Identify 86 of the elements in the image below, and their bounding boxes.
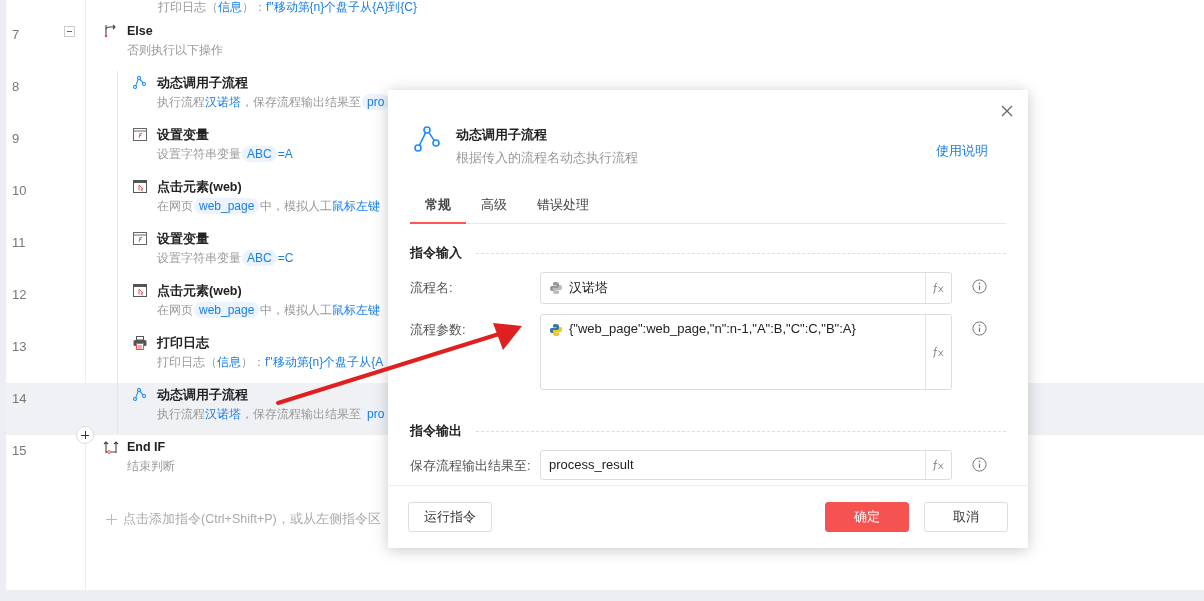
line-number: 8	[12, 79, 20, 94]
description-text: 执行流程	[157, 405, 205, 423]
info-icon[interactable]	[972, 321, 987, 336]
value-link[interactable]: 鼠标左键	[332, 301, 381, 319]
end-branch-icon	[103, 440, 119, 454]
section-title: 指令输入	[410, 244, 462, 262]
info-icon[interactable]	[972, 279, 987, 294]
input-field[interactable]: 汉诺塔	[540, 272, 952, 304]
description-text: 在网页	[157, 301, 193, 319]
description-text: 打印日志（	[158, 0, 218, 14]
command-title[interactable]: 设置变量	[157, 126, 209, 144]
help-link[interactable]: 使用说明	[936, 142, 988, 160]
info-icon[interactable]	[972, 457, 987, 472]
confirm-button[interactable]: 确定	[825, 502, 909, 532]
printer-icon	[133, 336, 147, 350]
line-number: 15	[12, 443, 27, 458]
add-icon	[106, 514, 117, 525]
value-link[interactable]: =A	[277, 147, 293, 161]
line-number: 12	[12, 287, 27, 302]
collapse-toggle[interactable]	[64, 26, 75, 37]
tab[interactable]: 高级	[466, 190, 522, 224]
value-link[interactable]: =C	[277, 251, 294, 265]
command-title[interactable]: 动态调用子流程	[157, 386, 248, 404]
variable-tag[interactable]: pro	[362, 94, 390, 110]
description-text: 设置字符串变量	[157, 249, 241, 267]
description-text: 打印日志（	[157, 353, 217, 371]
variable-tag[interactable]: web_page	[194, 198, 260, 214]
variable-tag[interactable]: web_page	[194, 302, 260, 318]
command-title[interactable]: 打印日志	[157, 334, 209, 352]
variable-tag[interactable]: ABC	[242, 250, 277, 266]
command-title[interactable]: 动态调用子流程	[157, 74, 248, 92]
python-icon	[549, 323, 563, 337]
cancel-button[interactable]: 取消	[924, 502, 1008, 532]
section-title: 指令输出	[410, 422, 462, 440]
value-link[interactable]: 信息	[218, 0, 242, 14]
add-step-button[interactable]	[76, 426, 94, 444]
value-link[interactable]: f"移动第{n}个盘子从{A}到{C}	[266, 0, 417, 14]
variable-tag[interactable]: ABC	[242, 146, 277, 162]
input-field[interactable]: process_result	[540, 450, 952, 480]
value-link[interactable]: 汉诺塔	[205, 405, 241, 423]
command-title[interactable]: Else	[127, 22, 153, 40]
subflow-icon	[133, 76, 147, 90]
description-text: ）：	[241, 353, 265, 371]
description-text: 设置字符串变量	[157, 145, 241, 163]
field-label: 流程参数:	[410, 321, 467, 339]
field-label: 流程名:	[410, 279, 454, 297]
line-number: 14	[12, 391, 27, 406]
line-number: 13	[12, 339, 27, 354]
tab[interactable]: 错误处理	[522, 190, 604, 224]
description-text: 中，模拟人工	[260, 197, 333, 215]
value-link[interactable]: f"移动第{n}个盘子从{A	[265, 353, 384, 371]
line-number: 9	[12, 131, 20, 146]
value-link[interactable]: 信息	[217, 353, 241, 371]
command-title[interactable]: 设置变量	[157, 230, 209, 248]
line-number: 11	[12, 235, 26, 250]
dialog-title: 动态调用子流程	[456, 126, 548, 144]
description-text: ，保存流程输出结果至	[241, 405, 361, 423]
line-number: 10	[12, 183, 27, 198]
tab[interactable]: 常规	[410, 190, 466, 224]
command-title[interactable]: End IF	[127, 438, 166, 456]
description-text: 执行流程	[157, 93, 205, 111]
command-title[interactable]: 点击元素(web)	[157, 282, 242, 300]
description-text: ）：	[242, 0, 266, 14]
close-icon[interactable]	[1000, 104, 1014, 118]
subflow-icon	[133, 388, 147, 402]
browser-click-icon	[133, 180, 147, 193]
run-button[interactable]: 运行指令	[408, 502, 492, 532]
field-label: 保存流程输出结果至:	[410, 457, 532, 475]
description-text: 否则执行以下操作	[127, 41, 223, 59]
input-field[interactable]: {"web_page":web_page,"n":n-1,"A":B,"C":C,"B":A}	[540, 314, 952, 390]
browser-click-icon	[133, 284, 147, 297]
dialog-subtitle: 根据传入的流程名动态执行流程	[456, 149, 638, 167]
python-icon	[549, 281, 563, 295]
value-link[interactable]: 汉诺塔	[205, 93, 241, 111]
description-text: 中，模拟人工	[260, 301, 333, 319]
description-text: ，保存流程输出结果至	[241, 93, 361, 111]
subflow-icon	[414, 126, 442, 154]
variable-icon	[133, 232, 147, 245]
line-number: 7	[12, 27, 20, 42]
add-command-hint[interactable]: 点击添加指令(Ctrl+Shift+P)，或从左侧指令区	[123, 511, 381, 528]
command-title[interactable]: 点击元素(web)	[157, 178, 242, 196]
variable-tag[interactable]: pro	[362, 406, 390, 422]
description-text: 在网页	[157, 197, 193, 215]
description-text: 结束判断	[127, 457, 175, 475]
value-link[interactable]: 鼠标左键	[332, 197, 381, 215]
variable-icon	[133, 128, 147, 141]
